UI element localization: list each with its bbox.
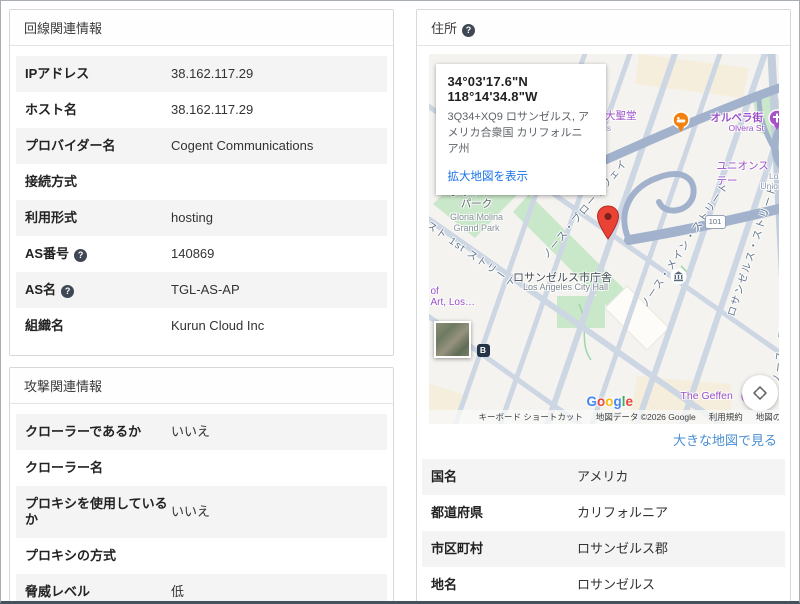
city-hall-label-en: Los Angeles City Hall bbox=[522, 282, 609, 292]
panel-title-text: 住所 bbox=[431, 21, 458, 36]
poi-label-museum-art: of Art, Los… bbox=[430, 286, 475, 308]
row-label: AS番号? bbox=[25, 246, 171, 262]
highway-101-shield: 101 bbox=[704, 215, 726, 229]
row-label: 地名 bbox=[431, 577, 458, 592]
map-attribution-bar: キーボード ショートカット 地図データ ©2026 Google 利用規約 地図… bbox=[428, 410, 779, 424]
row-label: IPアドレス bbox=[25, 66, 90, 81]
panel-line-info-title: 回線関連情報 bbox=[10, 10, 393, 46]
table-row: 脅威レベル 低 bbox=[16, 574, 387, 601]
metro-b-icon[interactable]: B bbox=[476, 344, 490, 357]
row-value: hosting bbox=[171, 210, 213, 225]
poi-label-olvera-en: Olvera St bbox=[728, 123, 764, 133]
map-card-address: 3Q34+XQ9 ロサンゼルス, アメリカ合衆国 カリフォルニア州 bbox=[447, 111, 590, 155]
panel-address-title: 住所? bbox=[417, 10, 790, 46]
panel-address-body: ノース・ブロードウェイ ウェスト 1st ストリート ノース・メイン・ストリート… bbox=[417, 54, 790, 601]
row-label: プロキシを使用しているか bbox=[25, 496, 168, 527]
table-row: AS名? TGL-AS-AP bbox=[16, 272, 387, 308]
panel-attack-info-title: 攻撃関連情報 bbox=[10, 368, 393, 404]
table-row: プロキシを使用しているか いいえ bbox=[16, 486, 387, 538]
hotel-poi-icon[interactable] bbox=[671, 111, 690, 138]
panel-title-text: 回線関連情報 bbox=[24, 21, 103, 36]
row-label: 国名 bbox=[431, 469, 458, 484]
right-column: 住所? ノース・ブロードウェイ ウェスト 1st ストリート ノース・メイン・ス… bbox=[416, 9, 791, 601]
help-icon[interactable]: ? bbox=[61, 285, 75, 298]
fullscreen-icon bbox=[752, 386, 767, 400]
city-hall-icon[interactable] bbox=[670, 268, 687, 290]
panel-line-info: 回線関連情報 IPアドレス 38.162.117.29 ホスト名 38.162.… bbox=[9, 9, 394, 356]
row-label: 利用形式 bbox=[25, 210, 78, 225]
map-info-card: 34°03'17.6"N 118°14'34.8"W 3Q34+XQ9 ロサンゼ… bbox=[435, 64, 606, 195]
google-logo[interactable]: Google bbox=[587, 394, 634, 409]
row-label: ホスト名 bbox=[25, 102, 78, 117]
table-row: 国名 アメリカ bbox=[422, 459, 785, 495]
map-data-text: 地図データ ©2026 Google bbox=[595, 412, 696, 422]
row-value: ロサンゼルス bbox=[577, 577, 656, 592]
map-card-coordinates: 34°03'17.6"N 118°14'34.8"W bbox=[447, 74, 538, 104]
table-row: 組織名 Kurun Cloud Inc bbox=[16, 308, 387, 344]
panel-line-info-body: IPアドレス 38.162.117.29 ホスト名 38.162.117.29 … bbox=[10, 46, 393, 355]
table-row: 利用形式 hosting bbox=[16, 200, 387, 236]
page: 回線関連情報 IPアドレス 38.162.117.29 ホスト名 38.162.… bbox=[0, 0, 800, 604]
table-row: プロキシの方式 bbox=[16, 538, 387, 574]
row-value: ロサンゼルス郡 bbox=[577, 541, 669, 556]
row-value: 140869 bbox=[171, 246, 215, 261]
row-value: 38.162.117.29 bbox=[171, 66, 254, 81]
table-row: クローラーであるか いいえ bbox=[16, 414, 387, 450]
help-icon[interactable]: ? bbox=[462, 24, 476, 37]
map-pin-icon[interactable] bbox=[596, 205, 620, 246]
row-label: 接続方式 bbox=[25, 174, 78, 189]
enlarge-map-link[interactable]: 拡大地図を表示 bbox=[448, 168, 529, 184]
poi-label-union-station-en: Los Union bbox=[760, 171, 779, 191]
row-label: 組織名 bbox=[25, 318, 65, 333]
row-value: いいえ bbox=[171, 504, 211, 519]
report-map-error-link[interactable]: 地図の誤りを報告する bbox=[756, 411, 779, 423]
table-row: 市区町村 ロサンゼルス郡 bbox=[422, 531, 785, 567]
panel-title-text: 攻撃関連情報 bbox=[24, 379, 103, 394]
table-row: 都道府県 カリフォルニア bbox=[422, 495, 785, 531]
table-row: プロバイダー名 Cogent Communications bbox=[16, 128, 387, 164]
row-value: Cogent Communications bbox=[171, 138, 314, 153]
table-row: AS番号? 140869 bbox=[16, 236, 387, 272]
row-value: 38.162.117.29 bbox=[171, 102, 254, 117]
row-value: TGL-AS-AP bbox=[171, 282, 240, 297]
table-row: 地名 ロサンゼルス bbox=[422, 567, 785, 601]
panel-address: 住所? ノース・ブロードウェイ ウェスト 1st ストリート ノース・メイン・ス… bbox=[416, 9, 791, 601]
row-label: クローラー名 bbox=[25, 460, 104, 475]
row-label: プロバイダー名 bbox=[25, 138, 116, 153]
left-column: 回線関連情報 IPアドレス 38.162.117.29 ホスト名 38.162.… bbox=[9, 9, 394, 601]
row-value: 低 bbox=[171, 584, 185, 599]
view-larger-map-link[interactable]: 大きな地図で見る bbox=[673, 433, 777, 448]
table-row: ホスト名 38.162.117.29 bbox=[16, 92, 387, 128]
row-label: AS名? bbox=[25, 282, 171, 298]
row-value: いいえ bbox=[171, 424, 211, 439]
table-row: 接続方式 bbox=[16, 164, 387, 200]
google-map[interactable]: ノース・ブロードウェイ ウェスト 1st ストリート ノース・メイン・ストリート… bbox=[428, 54, 779, 424]
poi-label-geffen: The Geffen bbox=[680, 390, 733, 402]
satellite-view-toggle[interactable] bbox=[433, 321, 471, 358]
table-row: IPアドレス 38.162.117.29 bbox=[16, 56, 387, 92]
view-larger-map-row: 大きな地図で見る bbox=[422, 424, 785, 459]
park-label-en: Gloria Molina Grand Park bbox=[449, 212, 504, 233]
row-label: クローラーであるか bbox=[25, 424, 142, 439]
panel-attack-info: 攻撃関連情報 クローラーであるか いいえ クローラー名 プロキシを使用しているか… bbox=[9, 367, 394, 601]
fullscreen-button[interactable] bbox=[741, 375, 778, 411]
olvera-poi-icon[interactable] bbox=[767, 109, 779, 136]
row-label: 市区町村 bbox=[431, 541, 484, 556]
row-value: アメリカ bbox=[577, 469, 629, 484]
row-value: Kurun Cloud Inc bbox=[171, 318, 265, 333]
row-value: カリフォルニア bbox=[577, 505, 669, 520]
row-label: 都道府県 bbox=[431, 505, 484, 520]
row-label: 脅威レベル bbox=[25, 584, 91, 599]
table-row: クローラー名 bbox=[16, 450, 387, 486]
panel-attack-info-body: クローラーであるか いいえ クローラー名 プロキシを使用しているか いいえ プロ… bbox=[10, 404, 393, 601]
row-label: プロキシの方式 bbox=[25, 548, 117, 563]
keyboard-shortcuts-button[interactable]: キーボード ショートカット bbox=[479, 411, 583, 423]
terms-link[interactable]: 利用規約 bbox=[709, 411, 743, 423]
help-icon[interactable]: ? bbox=[74, 249, 88, 262]
